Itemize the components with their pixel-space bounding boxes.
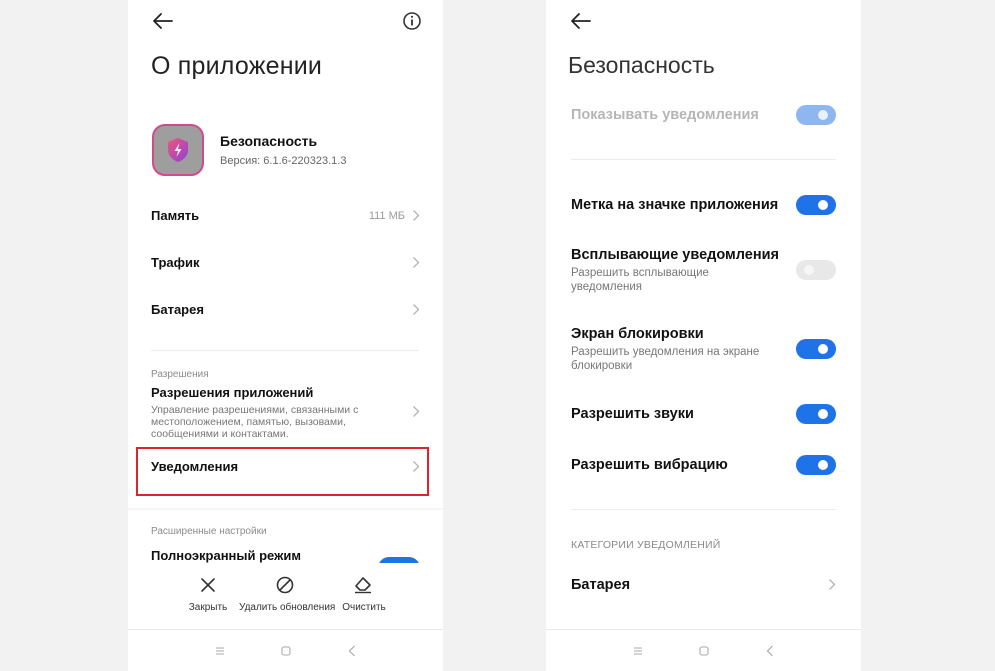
app-name: Безопасность — [220, 133, 318, 149]
memory-label: Память — [151, 208, 200, 223]
vibration-label: Разрешить вибрацию — [571, 457, 728, 473]
uninstall-updates-label: Удалить обновления — [239, 602, 336, 613]
permissions-section-header: Разрешения — [151, 369, 209, 380]
divider — [571, 509, 836, 510]
lockscreen-desc: Разрешить уведомления на экране блокиров… — [571, 346, 760, 372]
chevron-right-icon — [412, 405, 420, 418]
floating-toggle[interactable] — [796, 260, 836, 280]
toggle-knob — [818, 460, 828, 470]
close-action-label: Закрыть — [188, 602, 228, 613]
nav-bar — [546, 629, 861, 671]
clear-action-label: Очистить — [342, 602, 386, 613]
vibration-toggle[interactable] — [796, 455, 836, 475]
lockscreen-toggle[interactable] — [796, 339, 836, 359]
app-permissions-label: Разрешения приложений — [151, 385, 314, 400]
back-arrow-icon[interactable] — [152, 12, 174, 30]
show-notifications-row: Показывать уведомления — [546, 100, 861, 132]
home-square-icon[interactable] — [699, 646, 709, 656]
close-action[interactable]: Закрыть — [180, 577, 236, 617]
eraser-icon — [354, 576, 372, 594]
toggle-knob — [804, 265, 814, 275]
uninstall-updates-action[interactable]: Удалить обновления — [239, 576, 336, 617]
chevron-right-icon — [412, 209, 420, 222]
toggle-knob — [818, 110, 828, 120]
badge-row[interactable]: Метка на значке приложения — [546, 190, 861, 222]
page-title: О приложении — [151, 52, 323, 80]
page-title: Безопасность — [568, 52, 715, 78]
nav-back-icon[interactable] — [766, 645, 774, 657]
chevron-right-icon — [412, 303, 420, 316]
back-arrow-icon[interactable] — [570, 12, 592, 30]
battery-category-label: Батарея — [571, 577, 631, 593]
floating-row[interactable]: Всплывающие уведомления Разрешить всплыв… — [546, 247, 861, 297]
app-version: Версия: 6.1.6-220323.1.3 — [220, 155, 347, 167]
circle-slash-icon — [276, 576, 294, 594]
badge-toggle[interactable] — [796, 195, 836, 215]
toggle-knob — [818, 344, 828, 354]
memory-row[interactable]: Память 111 МБ — [128, 198, 443, 234]
fullscreen-row[interactable]: Полноэкранный режим — [128, 544, 443, 564]
categories-section-header: КАТЕГОРИИ УВЕДОМЛЕНИЙ — [571, 539, 721, 551]
sounds-toggle[interactable] — [796, 404, 836, 424]
nav-back-icon[interactable] — [348, 645, 356, 657]
floating-desc: Разрешить всплывающие уведомления — [571, 267, 709, 293]
app-icon — [152, 124, 204, 176]
toggle-knob — [818, 409, 828, 419]
lockscreen-label: Экран блокировки — [571, 326, 704, 342]
toggle-knob — [818, 200, 828, 210]
clear-action[interactable]: Очистить — [336, 577, 392, 617]
advanced-section-header: Расширенные настройки — [151, 526, 267, 537]
show-notifications-label: Показывать уведомления — [571, 107, 759, 123]
home-square-icon[interactable] — [281, 646, 291, 656]
divider — [128, 508, 443, 510]
divider — [571, 159, 836, 160]
fullscreen-label: Полноэкранный режим — [151, 548, 301, 563]
sounds-label: Разрешить звуки — [571, 406, 694, 422]
sounds-row[interactable]: Разрешить звуки — [546, 399, 861, 431]
divider — [151, 350, 419, 351]
menu-icon[interactable] — [633, 646, 643, 656]
battery-category-row[interactable]: Батарея — [546, 569, 861, 601]
chevron-right-icon — [412, 256, 420, 269]
chevron-right-icon — [828, 578, 836, 591]
nav-bar — [128, 629, 443, 671]
floating-label: Всплывающие уведомления — [571, 247, 779, 263]
info-icon[interactable] — [402, 11, 422, 31]
vibration-row[interactable]: Разрешить вибрацию — [546, 450, 861, 482]
battery-row[interactable]: Батарея — [128, 292, 443, 328]
app-info-screen: О приложении Безопасность Версия: 6.1.6-… — [128, 0, 443, 671]
notification-settings-screen: Безопасность Показывать уведомления Метк… — [546, 0, 861, 671]
badge-label: Метка на значке приложения — [571, 197, 779, 213]
shield-icon — [168, 138, 188, 162]
lockscreen-row[interactable]: Экран блокировки Разрешить уведомления н… — [546, 326, 861, 376]
memory-value: 111 МБ — [368, 210, 405, 222]
traffic-label: Трафик — [151, 255, 200, 270]
action-bar: Закрыть Удалить обновления Очистить — [128, 563, 443, 633]
menu-icon[interactable] — [215, 646, 225, 656]
close-icon — [200, 577, 216, 593]
battery-label: Батарея — [151, 302, 204, 317]
app-permissions-row[interactable]: Разрешения приложений Управление разреше… — [128, 384, 443, 442]
highlight-box — [136, 447, 429, 496]
show-notifications-toggle — [796, 105, 836, 125]
app-permissions-desc: Управление разрешениями, связанными с ме… — [151, 404, 359, 440]
traffic-row[interactable]: Трафик — [128, 245, 443, 281]
